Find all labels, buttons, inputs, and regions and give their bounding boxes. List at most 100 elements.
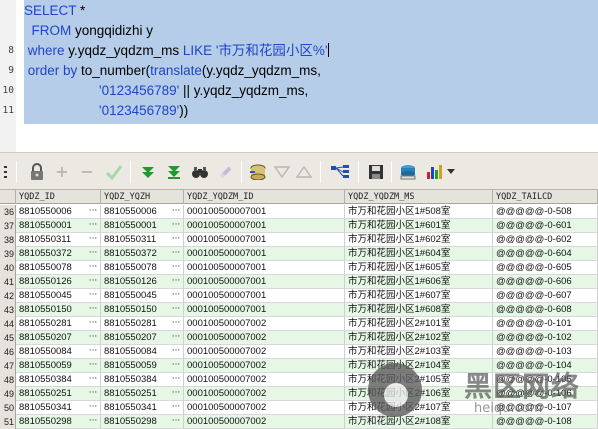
table-cell[interactable]: 市万和花园小区2#108室 <box>345 415 493 429</box>
filter-down-icon[interactable] <box>294 162 314 182</box>
cell-ellipsis-button[interactable]: ··· <box>169 331 183 345</box>
cell-ellipsis-button[interactable]: ··· <box>169 205 183 219</box>
row-number[interactable]: 37 <box>0 219 16 233</box>
table-row[interactable]: 44 8810550281 ··· 8810550281 ··· 000100500007… <box>0 317 598 331</box>
cell-ellipsis-button[interactable]: ··· <box>86 219 100 233</box>
table-cell[interactable]: @@@@@-0-101 <box>493 317 598 331</box>
table-cell[interactable]: @@@@@-0-608 <box>493 303 598 317</box>
table-cell[interactable]: @@@@@-0-602 <box>493 233 598 247</box>
row-number[interactable]: 46 <box>0 345 16 359</box>
table-row[interactable]: 43 8810550150 ··· 8810550150 ··· 000100500007… <box>0 303 598 317</box>
table-cell[interactable]: 市万和花园小区1#601室 <box>345 219 493 233</box>
table-cell[interactable]: 市万和花园小区2#101室 <box>345 317 493 331</box>
table-cell[interactable]: @@@@@-0-607 <box>493 289 598 303</box>
chart-icon[interactable] <box>424 162 446 182</box>
table-row[interactable]: 49 8810550251 ··· 8810550251 ··· 000100500007… <box>0 387 598 401</box>
table-row[interactable]: 45 8810550207 ··· 8810550207 ··· 000100500007… <box>0 331 598 345</box>
column-header[interactable]: YQDZ_YQDZM_MS <box>345 190 493 204</box>
table-cell[interactable]: 000100500007002 <box>184 415 345 429</box>
cell-ellipsis-button[interactable]: ··· <box>169 303 183 317</box>
row-number[interactable]: 40 <box>0 261 16 275</box>
row-number[interactable]: 43 <box>0 303 16 317</box>
table-cell[interactable]: 市万和花园小区1#607室 <box>345 289 493 303</box>
row-number[interactable]: 38 <box>0 233 16 247</box>
code-line[interactable]: 10 '0123456789' || y.yqdz_yqdzm_ms, <box>0 81 598 101</box>
row-number[interactable]: 45 <box>0 331 16 345</box>
sql-editor[interactable]: SELECT * FROM yongqidizhi y 8 where y.yqd… <box>0 0 598 152</box>
row-number[interactable]: 42 <box>0 289 16 303</box>
grid-menu-icon[interactable] <box>0 162 12 182</box>
table-cell[interactable]: @@@@@-0-106 <box>493 387 598 401</box>
code-line[interactable]: 11 '0123456789')) <box>0 101 598 121</box>
code-line[interactable]: SELECT * <box>0 1 598 21</box>
table-row[interactable]: 47 8810550059 ··· 8810550059 ··· 000100500007… <box>0 359 598 373</box>
cell-ellipsis-button[interactable]: ··· <box>86 317 100 331</box>
row-number[interactable]: 47 <box>0 359 16 373</box>
row-number[interactable]: 39 <box>0 247 16 261</box>
table-cell[interactable]: 000100500007001 <box>184 275 345 289</box>
table-row[interactable]: 42 8810550045 ··· 8810550045 ··· 000100500007… <box>0 289 598 303</box>
cell-ellipsis-button[interactable]: ··· <box>169 401 183 415</box>
table-cell[interactable]: 市万和花园小区1#508室 <box>345 205 493 219</box>
row-number[interactable]: 44 <box>0 317 16 331</box>
table-cell[interactable]: 000100500007001 <box>184 261 345 275</box>
table-cell[interactable]: 000100500007002 <box>184 401 345 415</box>
table-cell[interactable]: 000100500007002 <box>184 359 345 373</box>
row-number[interactable]: 41 <box>0 275 16 289</box>
table-cell[interactable]: 000100500007001 <box>184 289 345 303</box>
cell-ellipsis-button[interactable]: ··· <box>169 415 183 429</box>
table-cell[interactable]: @@@@@-0-104 <box>493 359 598 373</box>
find-icon[interactable] <box>190 162 210 182</box>
cell-ellipsis-button[interactable]: ··· <box>169 359 183 373</box>
cell-ellipsis-button[interactable]: ··· <box>86 401 100 415</box>
table-cell[interactable]: 000100500007001 <box>184 247 345 261</box>
lock-icon[interactable] <box>27 162 47 182</box>
table-row[interactable]: 50 8810550341 ··· 8810550341 ··· 000100500007… <box>0 401 598 415</box>
code-line[interactable]: 9 order by to_number(translate(y.yqdz_yq… <box>0 61 598 81</box>
table-cell[interactable]: 市万和花园小区2#103室 <box>345 345 493 359</box>
table-cell[interactable]: 市万和花园小区2#102室 <box>345 331 493 345</box>
cell-ellipsis-button[interactable]: ··· <box>86 331 100 345</box>
cell-ellipsis-button[interactable]: ··· <box>169 289 183 303</box>
cell-ellipsis-button[interactable]: ··· <box>86 233 100 247</box>
cell-ellipsis-button[interactable]: ··· <box>169 317 183 331</box>
cell-ellipsis-button[interactable]: ··· <box>86 345 100 359</box>
column-header[interactable]: YQDZ_ID <box>16 190 101 204</box>
table-cell[interactable]: 市万和花园小区1#608室 <box>345 303 493 317</box>
cell-ellipsis-button[interactable]: ··· <box>86 373 100 387</box>
cell-ellipsis-button[interactable]: ··· <box>86 289 100 303</box>
table-cell[interactable]: 000100500007001 <box>184 205 345 219</box>
table-cell[interactable]: @@@@@-0-108 <box>493 415 598 429</box>
table-cell[interactable]: @@@@@-0-601 <box>493 219 598 233</box>
table-row[interactable]: 41 8810550126 ··· 8810550126 ··· 000100500007… <box>0 275 598 289</box>
row-number[interactable]: 48 <box>0 373 16 387</box>
table-cell[interactable]: 市万和花园小区2#104室 <box>345 359 493 373</box>
table-cell[interactable]: @@@@@-0-107 <box>493 401 598 415</box>
cell-ellipsis-button[interactable]: ··· <box>86 387 100 401</box>
save-icon[interactable] <box>366 162 386 182</box>
post-check-icon[interactable] <box>104 162 124 182</box>
table-cell[interactable]: 市万和花园小区1#605室 <box>345 261 493 275</box>
table-cell[interactable]: 000100500007002 <box>184 373 345 387</box>
cell-ellipsis-button[interactable]: ··· <box>169 261 183 275</box>
row-number[interactable]: 51 <box>0 415 16 429</box>
table-cell[interactable]: 市万和花园小区1#606室 <box>345 275 493 289</box>
table-cell[interactable]: @@@@@-0-605 <box>493 261 598 275</box>
table-cell[interactable]: 市万和花园小区2#105室 <box>345 373 493 387</box>
row-number[interactable]: 49 <box>0 387 16 401</box>
cell-ellipsis-button[interactable]: ··· <box>86 205 100 219</box>
cell-ellipsis-button[interactable]: ··· <box>86 415 100 429</box>
table-cell[interactable]: 000100500007002 <box>184 317 345 331</box>
cell-ellipsis-button[interactable]: ··· <box>169 233 183 247</box>
cell-ellipsis-button[interactable]: ··· <box>169 387 183 401</box>
cell-ellipsis-button[interactable]: ··· <box>86 303 100 317</box>
table-cell[interactable]: 市万和花园小区2#106室 <box>345 387 493 401</box>
column-header[interactable]: YQDZ_YQDZM_ID <box>184 190 345 204</box>
next-page-icon[interactable] <box>138 162 158 182</box>
cell-ellipsis-button[interactable]: ··· <box>169 275 183 289</box>
column-header[interactable]: YQDZ_TAILCD <box>493 190 598 204</box>
cell-ellipsis-button[interactable]: ··· <box>86 359 100 373</box>
table-row[interactable]: 40 8810550078 ··· 8810550078 ··· 000100500007… <box>0 261 598 275</box>
cell-ellipsis-button[interactable]: ··· <box>169 373 183 387</box>
table-cell[interactable]: 000100500007002 <box>184 387 345 401</box>
